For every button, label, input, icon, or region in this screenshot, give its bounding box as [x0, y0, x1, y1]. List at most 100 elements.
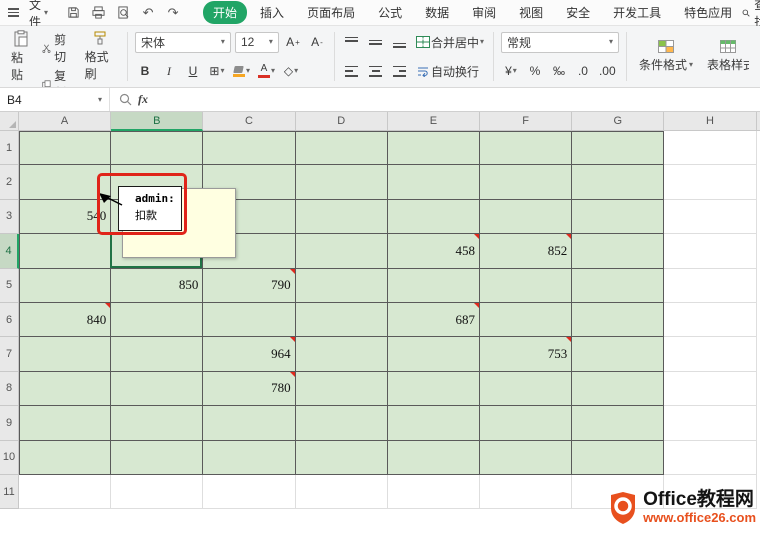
cell-F5[interactable] [480, 269, 572, 303]
cell-B8[interactable] [111, 372, 203, 406]
cell-D6[interactable] [296, 303, 388, 337]
cell-E8[interactable] [388, 372, 480, 406]
row-header-8[interactable]: 8 [0, 372, 19, 406]
font-size-select[interactable]: 12 ▾ [235, 32, 279, 53]
cell-F7[interactable]: 753 [480, 337, 572, 371]
menu-tab-数据[interactable]: 数据 [415, 1, 459, 24]
cell-F11[interactable] [480, 475, 572, 509]
menu-tab-公式[interactable]: 公式 [368, 1, 412, 24]
cell-A10[interactable] [19, 441, 111, 475]
format-painter-button[interactable]: 格式刷 [80, 29, 120, 84]
cell-G3[interactable] [572, 200, 664, 234]
cell-D8[interactable] [296, 372, 388, 406]
number-format-select[interactable]: 常规 ▾ [501, 32, 619, 53]
italic-button[interactable]: I [159, 61, 179, 82]
cell-C5[interactable]: 790 [203, 269, 295, 303]
cell-H2[interactable] [664, 165, 756, 199]
column-header-E[interactable]: E [388, 112, 480, 131]
insert-function-button[interactable]: fx [110, 88, 157, 111]
cell-F4[interactable]: 852 [480, 234, 572, 268]
menu-tab-特色应用[interactable]: 特色应用 [674, 1, 742, 24]
cell-H6[interactable] [664, 303, 756, 337]
font-color-button[interactable]: A ▾ [256, 61, 277, 82]
fill-color-button[interactable]: ▾ [231, 61, 252, 82]
copy-button[interactable]: 复制 [40, 66, 75, 88]
wrap-text-button[interactable]: 自动换行 [414, 61, 481, 82]
cell-F2[interactable] [480, 165, 572, 199]
cell-E10[interactable] [388, 441, 480, 475]
cell-B5[interactable]: 850 [111, 269, 203, 303]
cell-G2[interactable] [572, 165, 664, 199]
cell-H4[interactable] [664, 234, 756, 268]
cell-D10[interactable] [296, 441, 388, 475]
cell-B6[interactable] [111, 303, 203, 337]
cell-A8[interactable] [19, 372, 111, 406]
font-name-select[interactable]: 宋体 ▾ [135, 32, 231, 53]
paste-button[interactable]: 粘贴 [6, 28, 36, 85]
cell-C10[interactable] [203, 441, 295, 475]
cell-A5[interactable] [19, 269, 111, 303]
cell-D1[interactable] [296, 131, 388, 165]
menu-tab-视图[interactable]: 视图 [509, 1, 553, 24]
cell-C8[interactable]: 780 [203, 372, 295, 406]
name-box[interactable]: B4 ▾ [0, 88, 110, 111]
column-header-H[interactable]: H [664, 112, 756, 131]
cell-D5[interactable] [296, 269, 388, 303]
cell-A1[interactable] [19, 131, 111, 165]
table-style-button[interactable]: 表格样式 [702, 30, 754, 83]
align-bottom-button[interactable] [390, 32, 410, 53]
column-header-F[interactable]: F [480, 112, 572, 131]
cell-H9[interactable] [664, 406, 756, 440]
cell-C11[interactable] [203, 475, 295, 509]
row-header-2[interactable]: 2 [0, 165, 19, 199]
cell-B7[interactable] [111, 337, 203, 371]
cell-A4[interactable] [19, 234, 111, 268]
merge-center-button[interactable]: 合并居中 ▾ [414, 32, 486, 53]
cell-E1[interactable] [388, 131, 480, 165]
decrease-decimal-button[interactable]: .00 [597, 61, 618, 82]
row-header-7[interactable]: 7 [0, 337, 19, 371]
cell-G7[interactable] [572, 337, 664, 371]
currency-format-button[interactable]: ¥▾ [501, 61, 521, 82]
increase-font-size-button[interactable]: A+ [283, 32, 303, 53]
cell-E9[interactable] [388, 406, 480, 440]
column-header-A[interactable]: A [19, 112, 111, 131]
cell-F3[interactable] [480, 200, 572, 234]
increase-decimal-button[interactable]: .0 [573, 61, 593, 82]
row-header-6[interactable]: 6 [0, 303, 19, 337]
align-left-button[interactable] [342, 61, 362, 82]
align-right-button[interactable] [390, 61, 410, 82]
cell-D4[interactable] [296, 234, 388, 268]
cell-H10[interactable] [664, 441, 756, 475]
decrease-font-size-button[interactable]: A- [307, 32, 327, 53]
menu-tab-开始[interactable]: 开始 [203, 1, 247, 24]
menu-tab-插入[interactable]: 插入 [250, 1, 294, 24]
column-header-C[interactable]: C [203, 112, 295, 131]
cell-G1[interactable] [572, 131, 664, 165]
cell-C1[interactable] [203, 131, 295, 165]
cell-C7[interactable]: 964 [203, 337, 295, 371]
cell-F9[interactable] [480, 406, 572, 440]
cell-F10[interactable] [480, 441, 572, 475]
cell-A7[interactable] [19, 337, 111, 371]
cell-E11[interactable] [388, 475, 480, 509]
cell-D11[interactable] [296, 475, 388, 509]
cell-D2[interactable] [296, 165, 388, 199]
redo-icon[interactable]: ↷ [165, 5, 181, 21]
row-header-10[interactable]: 10 [0, 441, 19, 475]
undo-icon[interactable]: ↶ [140, 5, 156, 21]
cell-B10[interactable] [111, 441, 203, 475]
save-icon[interactable] [65, 5, 81, 21]
cell-E7[interactable] [388, 337, 480, 371]
print-preview-icon[interactable] [115, 5, 131, 21]
bold-button[interactable]: B [135, 61, 155, 82]
cell-G5[interactable] [572, 269, 664, 303]
menu-tab-安全[interactable]: 安全 [556, 1, 600, 24]
cell-H3[interactable] [664, 200, 756, 234]
cell-G6[interactable] [572, 303, 664, 337]
cell-G9[interactable] [572, 406, 664, 440]
column-header-B[interactable]: B [111, 112, 203, 131]
column-header-D[interactable]: D [296, 112, 388, 131]
spreadsheet-grid[interactable]: ABCDEFGH12345678910115404588528507908406… [0, 112, 760, 533]
shading-button[interactable]: ◇▾ [281, 61, 301, 82]
